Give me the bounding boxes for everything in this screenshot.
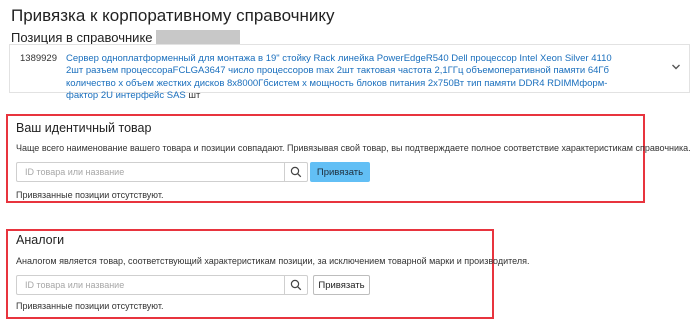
own-product-bind-button[interactable]: Привязать (310, 162, 370, 182)
catalog-item-card[interactable]: 1389929 Сервер одноплатформенный для мон… (9, 44, 690, 101)
own-product-description: Чаще всего наименование вашего товара и … (16, 143, 691, 153)
own-product-search (16, 162, 308, 182)
analogs-description: Аналогом является товар, соответствующий… (16, 256, 530, 266)
analogs-search (16, 275, 308, 295)
analogs-section: Аналоги Аналогом является товар, соответ… (6, 229, 529, 319)
redacted-value (155, 30, 240, 44)
item-unit: шт (188, 90, 201, 102)
search-icon[interactable] (284, 163, 307, 181)
position-header: Позиция в справочнике (11, 29, 240, 45)
item-code: 1389929 (20, 53, 57, 64)
item-description[interactable]: Сервер одноплатформенный для монтажа в 1… (66, 53, 612, 101)
analogs-search-input[interactable] (17, 276, 284, 294)
own-product-search-input[interactable] (17, 163, 284, 181)
analogs-title: Аналоги (16, 233, 65, 247)
item-description-link[interactable]: Сервер одноплатформенный для монтажа в 1… (66, 53, 626, 103)
own-product-empty-text: Привязанные позиции отсутствуют. (16, 190, 164, 200)
chevron-down-icon[interactable] (671, 62, 681, 72)
own-product-section: Ваш идентичный товар Чаще всего наименов… (6, 114, 691, 203)
own-product-title: Ваш идентичный товар (16, 121, 152, 135)
page-title: Привязка к корпоративному справочнику (11, 6, 335, 25)
analogs-bind-button[interactable]: Привязать (313, 275, 370, 295)
analogs-empty-text: Привязанные позиции отсутствуют. (16, 301, 164, 311)
search-icon[interactable] (284, 276, 307, 294)
position-label: Позиция в справочнике (11, 29, 153, 45)
